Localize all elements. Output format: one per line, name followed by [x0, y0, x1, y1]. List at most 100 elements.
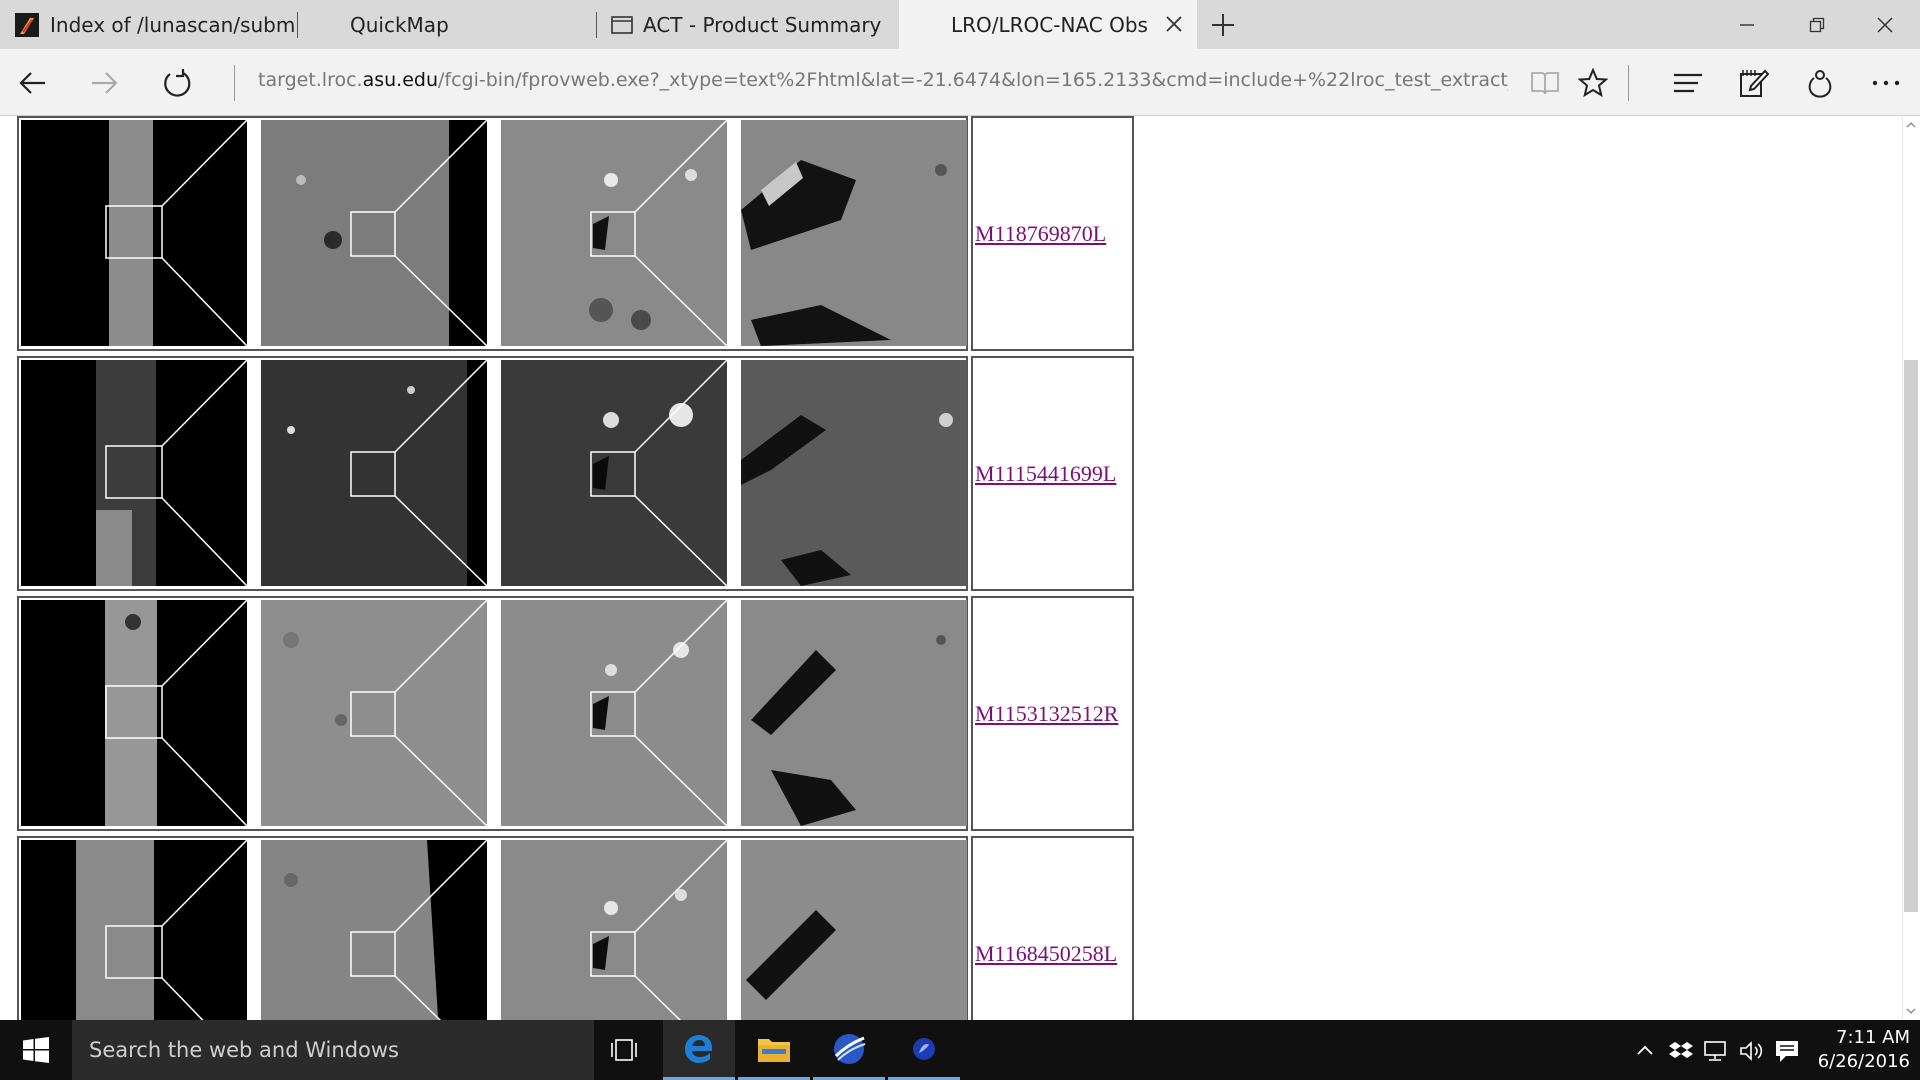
url-path: /fcgi-bin/fprovweb.exe?_xtype=text%2Fhtm…	[438, 69, 1508, 91]
taskbar-app-globe[interactable]	[813, 1020, 885, 1080]
tab-lroc-nac-observation[interactable]: LRO/LROC-NAC Observ	[899, 0, 1197, 49]
observation-link[interactable]: M118769870L	[973, 221, 1106, 247]
favorite-button[interactable]	[1569, 59, 1617, 107]
tab-label: ACT - Product Summary	[643, 12, 882, 37]
navigation-bar: target.lroc.asu.edu/fcgi-bin/fprovweb.ex…	[0, 49, 1920, 116]
system-clock[interactable]: 7:11 AM 6/26/2016	[1800, 1026, 1910, 1074]
detail-thumbnail	[741, 120, 967, 346]
zoom-thumbnail-2	[501, 600, 727, 826]
table-row: M118769870L	[17, 116, 1137, 351]
url-prefix: target.lroc.	[258, 69, 363, 91]
scroll-down-arrow-icon[interactable]	[1905, 1005, 1917, 1017]
hub-icon	[1674, 73, 1702, 93]
address-bar[interactable]: target.lroc.asu.edu/fcgi-bin/fprovweb.ex…	[258, 69, 1508, 97]
taskbar-edge[interactable]	[663, 1020, 735, 1080]
share-button[interactable]	[1796, 59, 1844, 107]
globe-app-icon	[834, 1033, 866, 1064]
folder-icon	[758, 1038, 790, 1062]
tab-quickmap[interactable]: QuickMap	[298, 0, 596, 49]
url-host: asu.edu	[362, 69, 439, 91]
more-button[interactable]	[1862, 59, 1910, 107]
page-content: M118769870L M1115441699L M1153132512R M1…	[0, 116, 1920, 1020]
detail-thumbnail	[741, 840, 967, 1020]
observation-id-cell: M118769870L	[971, 116, 1134, 351]
share-icon	[1808, 70, 1832, 98]
tab-strip: Index of /lunascan/submitt QuickMap ACT …	[0, 0, 1920, 49]
more-dots-icon	[1872, 80, 1900, 86]
taskbar-search-box[interactable]: Search the web and Windows	[72, 1020, 594, 1080]
observation-id-cell: M1115441699L	[971, 356, 1134, 591]
volume-icon[interactable]	[1738, 1038, 1764, 1064]
table-row: M1168450258L	[17, 836, 1137, 1020]
network-icon[interactable]	[1702, 1038, 1728, 1064]
observation-id-cell: M1153132512R	[971, 596, 1134, 831]
tab-index-lunascan[interactable]: Index of /lunascan/submitt	[0, 0, 298, 49]
action-center-icon[interactable]	[1774, 1038, 1800, 1064]
minimize-icon	[1740, 23, 1754, 26]
thumbnail-strip	[17, 836, 968, 1020]
close-window-button[interactable]	[1850, 0, 1920, 49]
context-thumbnail	[21, 360, 247, 586]
forward-button[interactable]	[80, 59, 128, 107]
table-row: M1153132512R	[17, 596, 1137, 831]
detail-thumbnail	[741, 360, 967, 586]
hub-button[interactable]	[1664, 59, 1712, 107]
close-icon	[1877, 16, 1893, 33]
taskbar-app-ring[interactable]	[888, 1020, 960, 1080]
taskbar-file-explorer[interactable]	[738, 1020, 810, 1080]
context-thumbnail	[21, 120, 247, 346]
observation-link[interactable]: M1168450258L	[973, 941, 1117, 967]
search-placeholder: Search the web and Windows	[89, 1038, 399, 1062]
taskbar: Search the web and Windows 7:11 AM 6/26/…	[0, 1020, 1920, 1080]
observation-id-cell: M1168450258L	[971, 836, 1134, 1020]
reading-view-icon	[1531, 72, 1559, 95]
clock-date: 6/26/2016	[1817, 1051, 1910, 1072]
close-tab-icon[interactable]	[1163, 13, 1185, 35]
new-tab-icon[interactable]	[1208, 10, 1238, 40]
zoom-thumbnail-1	[261, 840, 487, 1020]
star-icon	[1578, 68, 1608, 98]
thumbnail-strip	[17, 116, 968, 351]
show-hidden-icons-icon[interactable]	[1632, 1038, 1658, 1064]
task-view-button[interactable]	[588, 1020, 660, 1080]
divider	[1628, 65, 1629, 101]
zoom-thumbnail-1	[261, 600, 487, 826]
edge-browser-icon	[685, 1034, 712, 1063]
windows-logo-icon	[23, 1037, 49, 1063]
tab-label: QuickMap	[350, 12, 449, 37]
dropbox-icon[interactable]	[1668, 1038, 1694, 1064]
observation-link[interactable]: M1115441699L	[973, 461, 1116, 487]
refresh-icon	[164, 69, 191, 97]
start-button[interactable]	[0, 1020, 72, 1080]
restore-icon	[1809, 17, 1825, 32]
back-button[interactable]	[9, 59, 57, 107]
thumbnail-strip	[17, 596, 968, 831]
web-note-button[interactable]	[1730, 59, 1778, 107]
zoom-thumbnail-1	[261, 120, 487, 346]
minimize-button[interactable]	[1712, 0, 1782, 49]
tab-act-product-summary[interactable]: ACT - Product Summary	[597, 0, 899, 49]
divider	[234, 65, 235, 101]
zoom-thumbnail-2	[501, 360, 727, 586]
context-thumbnail	[21, 600, 247, 826]
reading-view-button[interactable]	[1521, 59, 1569, 107]
observation-link[interactable]: M1153132512R	[973, 701, 1118, 727]
forward-arrow-icon	[92, 72, 118, 94]
table-row: M1115441699L	[17, 356, 1137, 591]
clock-time: 7:11 AM	[1836, 1027, 1910, 1048]
tab-label: Index of /lunascan/submitt	[50, 12, 298, 37]
refresh-button[interactable]	[153, 59, 201, 107]
scrollbar-thumb[interactable]	[1904, 360, 1918, 912]
app-ring-icon	[913, 1037, 935, 1060]
back-arrow-icon	[19, 72, 45, 94]
restore-button[interactable]	[1782, 0, 1852, 49]
zoom-thumbnail-2	[501, 120, 727, 346]
detail-thumbnail	[741, 600, 967, 826]
tab-label: LRO/LROC-NAC Observ	[951, 12, 1147, 37]
scroll-up-arrow-icon[interactable]	[1905, 119, 1917, 131]
web-note-icon	[1740, 69, 1769, 97]
zoom-thumbnail-2	[501, 840, 727, 1020]
task-view-icon	[611, 1039, 637, 1061]
zoom-thumbnail-1	[261, 360, 487, 586]
context-thumbnail	[21, 840, 247, 1020]
